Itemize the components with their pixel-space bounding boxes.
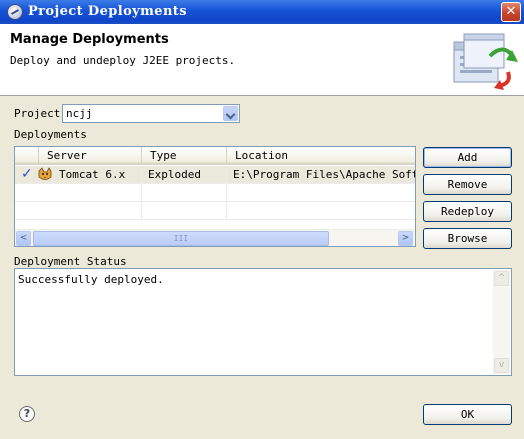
scroll-right-button[interactable]: > [398,231,413,246]
scroll-left-button[interactable]: < [16,231,31,246]
scroll-down-button[interactable]: v [494,358,509,373]
remove-button[interactable]: Remove [423,174,512,195]
table-row[interactable]: ✓ Tomcat 6.x Exploded E:\Program Files\A… [15,166,415,184]
deployments-label: Deployments [14,128,87,141]
check-icon: ✓ [21,166,33,182]
close-button[interactable]: ✕ [501,2,521,22]
deploy-server-icon [453,33,518,90]
scroll-thumb[interactable]: III [33,231,329,246]
help-icon[interactable]: ? [19,406,35,422]
empty-row [15,202,415,220]
tomcat-icon [38,167,52,180]
cell-type: Exploded [142,166,227,183]
status-text: Successfully deployed. [18,273,164,286]
column-status[interactable] [15,147,39,165]
banner-title: Manage Deployments [10,32,169,47]
cell-server: Tomcat 6.x [53,166,142,183]
column-type[interactable]: Type [142,147,227,165]
banner-description: Deploy and undeploy J2EE projects. [10,54,236,67]
column-location[interactable]: Location [227,147,415,165]
project-select[interactable]: ncjj [62,104,240,123]
chevron-down-icon[interactable] [223,106,238,121]
redeploy-button[interactable]: Redeploy [423,201,512,222]
scroll-up-button[interactable]: ^ [494,271,509,286]
deployments-table[interactable]: Server Type Location ✓ Tomcat 6.x Explod… [14,146,416,247]
project-value: ncjj [66,107,93,120]
add-button[interactable]: Add [423,147,512,168]
status-label: Deployment Status [14,255,127,268]
cell-location: E:\Program Files\Apache Softwar [233,168,415,181]
column-server[interactable]: Server [39,147,142,165]
table-header: Server Type Location [15,147,415,165]
title-bar[interactable]: Project Deployments ✕ [0,0,524,24]
browse-button[interactable]: Browse [423,228,512,249]
eclipse-icon [7,4,23,20]
ok-button[interactable]: OK [423,404,512,425]
project-label: Project [14,107,61,120]
vertical-scrollbar[interactable]: ^ v [493,270,510,374]
empty-row [15,184,415,202]
status-textarea[interactable]: Successfully deployed. ^ v [14,268,512,376]
header-banner: Manage Deployments Deploy and undeploy J… [0,24,524,96]
window-title: Project Deployments [28,4,187,19]
horizontal-scrollbar[interactable]: < III > [15,229,415,246]
